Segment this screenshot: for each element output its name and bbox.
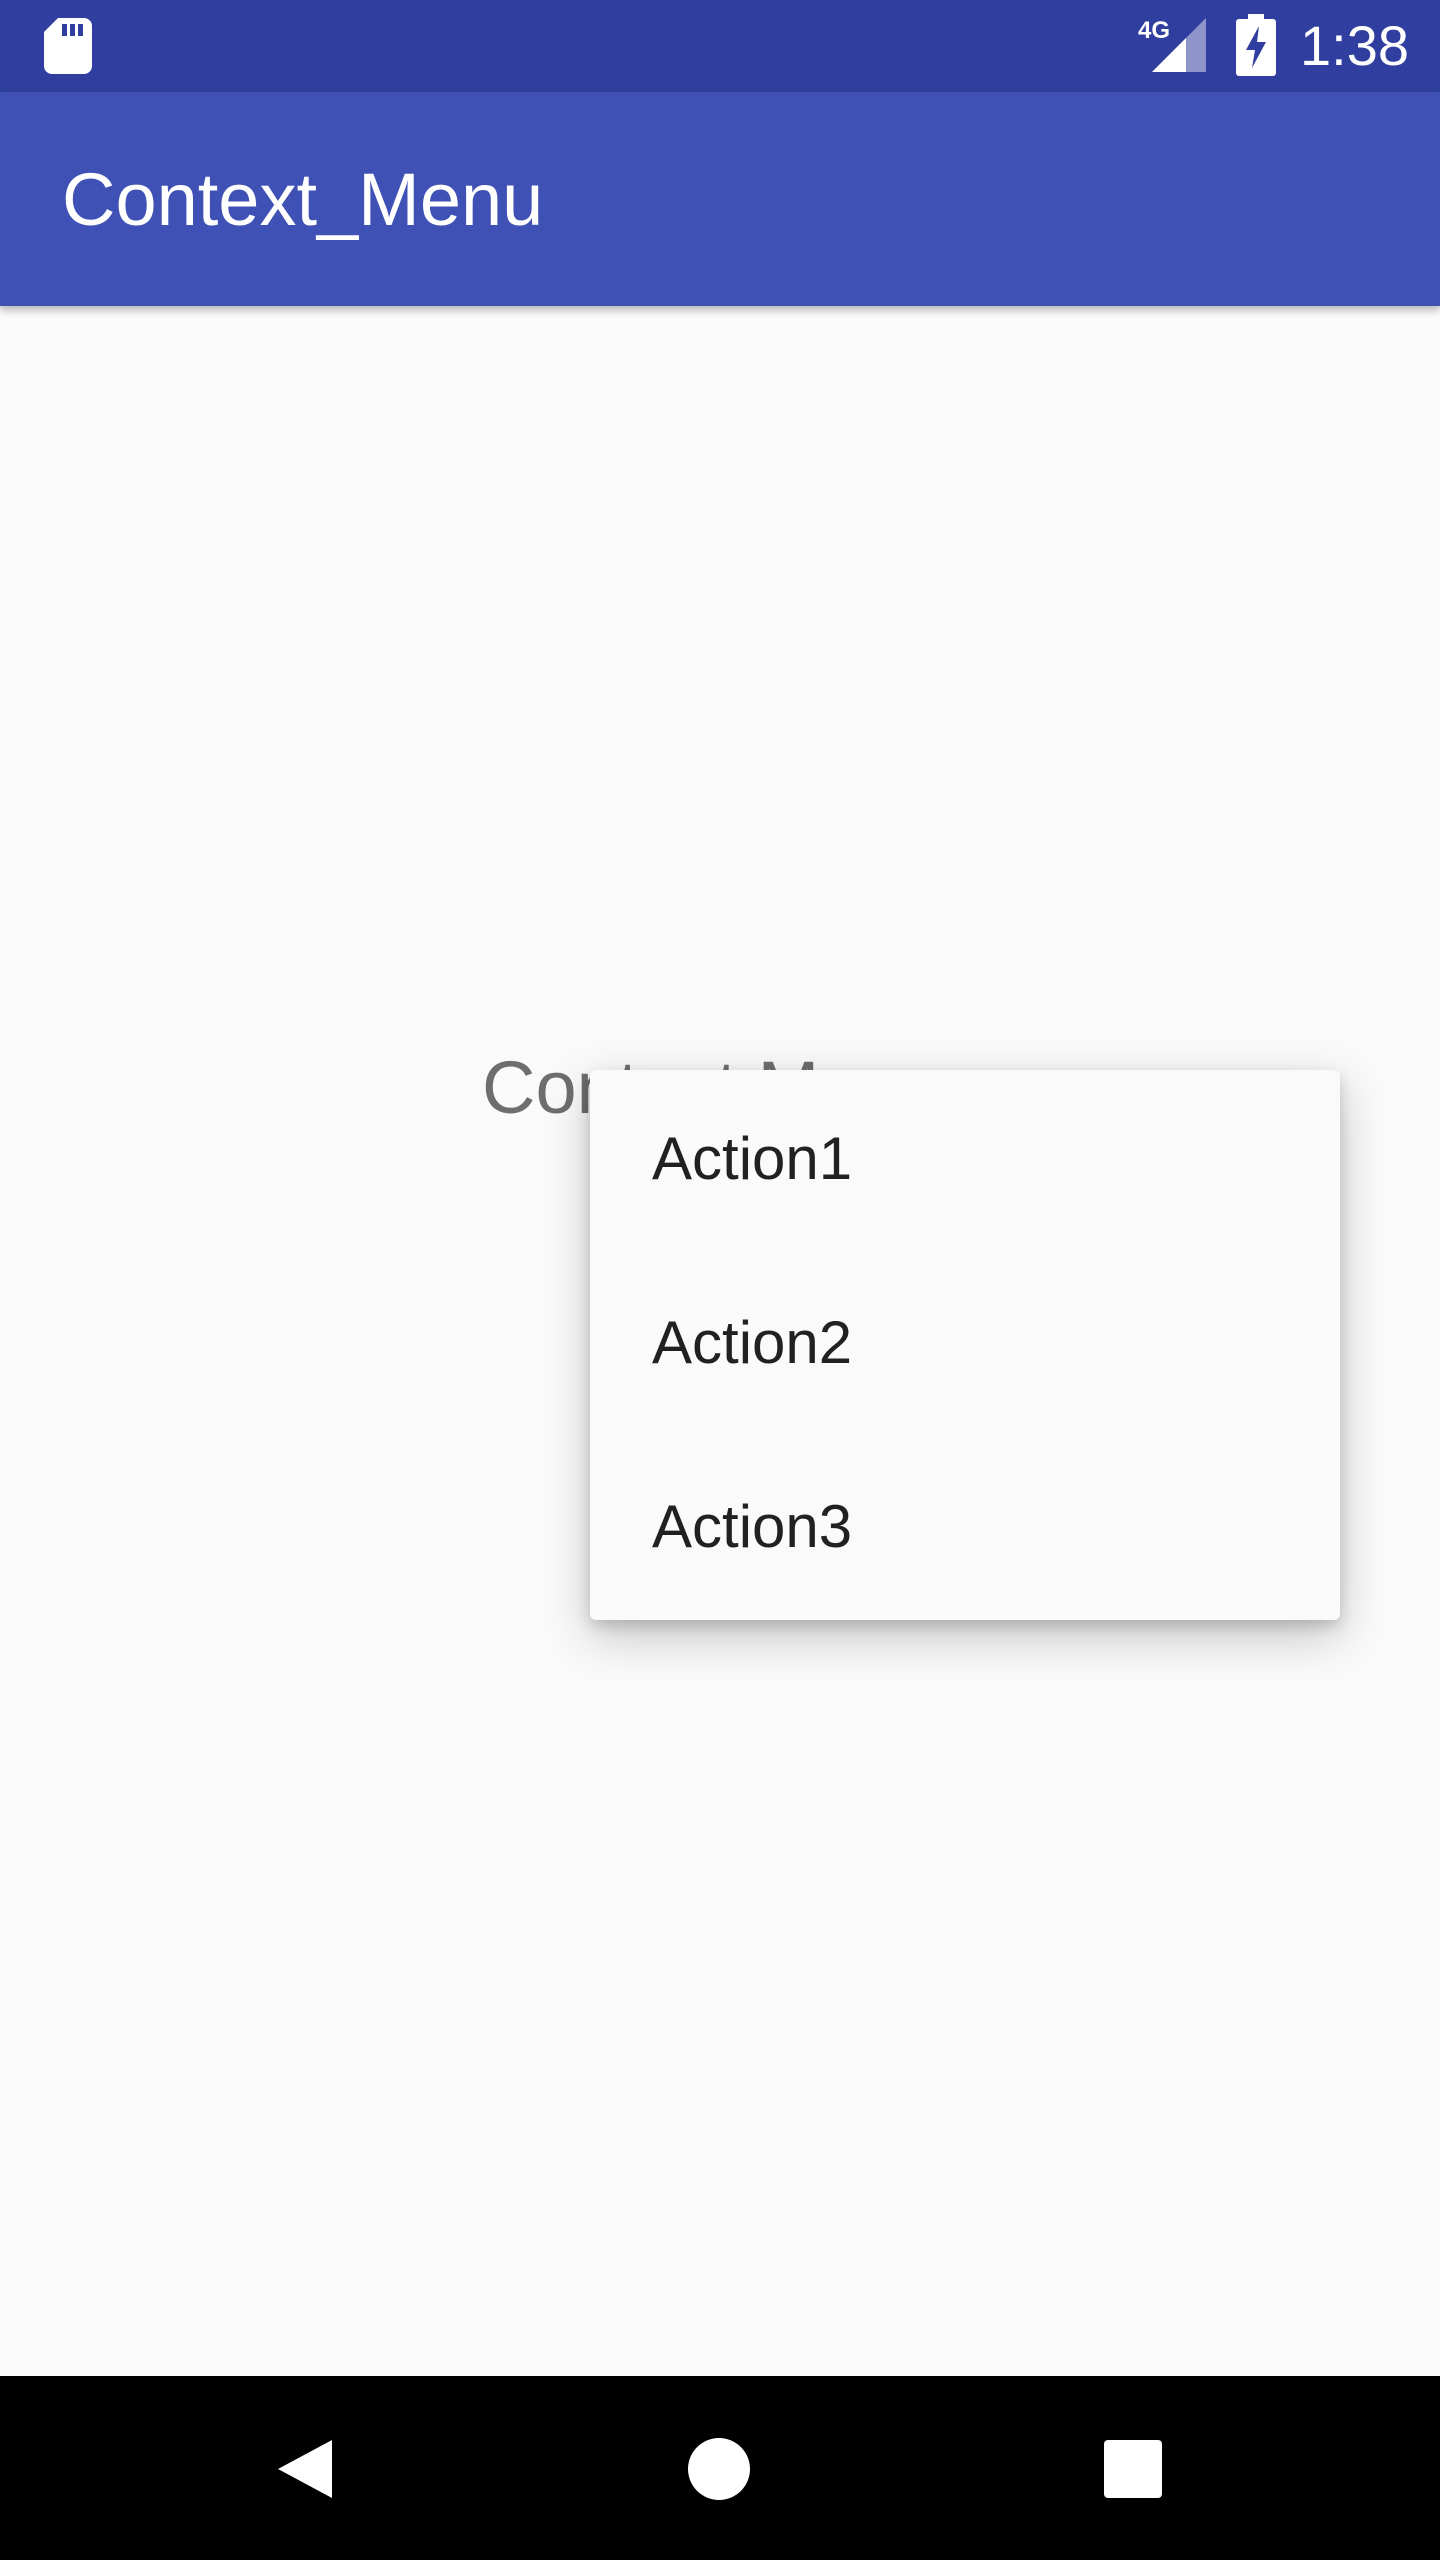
menu-item-action1[interactable]: Action1 bbox=[590, 1070, 1340, 1254]
battery-charging-icon bbox=[1236, 14, 1276, 76]
context-menu: Action1 Action2 Action3 bbox=[590, 1070, 1340, 1620]
signal-4g-icon: 4G bbox=[1138, 17, 1206, 72]
recents-icon[interactable] bbox=[1098, 2434, 1168, 2504]
sd-card-icon bbox=[44, 18, 92, 74]
menu-item-label: Action1 bbox=[652, 1125, 853, 1192]
home-icon[interactable] bbox=[684, 2434, 754, 2504]
menu-item-label: Action3 bbox=[652, 1493, 853, 1560]
navigation-bar bbox=[0, 2376, 1440, 2560]
menu-item-action3[interactable]: Action3 bbox=[590, 1438, 1340, 1622]
menu-item-label: Action2 bbox=[652, 1309, 853, 1376]
app-title: Context_Menu bbox=[62, 158, 544, 241]
status-time: 1:38 bbox=[1300, 14, 1409, 77]
app-bar: Context_Menu bbox=[0, 92, 1440, 306]
menu-item-action2[interactable]: Action2 bbox=[590, 1254, 1340, 1438]
network-type-label: 4G bbox=[1138, 17, 1170, 44]
status-bar: 4G 1:38 bbox=[0, 0, 1440, 92]
back-icon[interactable] bbox=[270, 2434, 340, 2504]
